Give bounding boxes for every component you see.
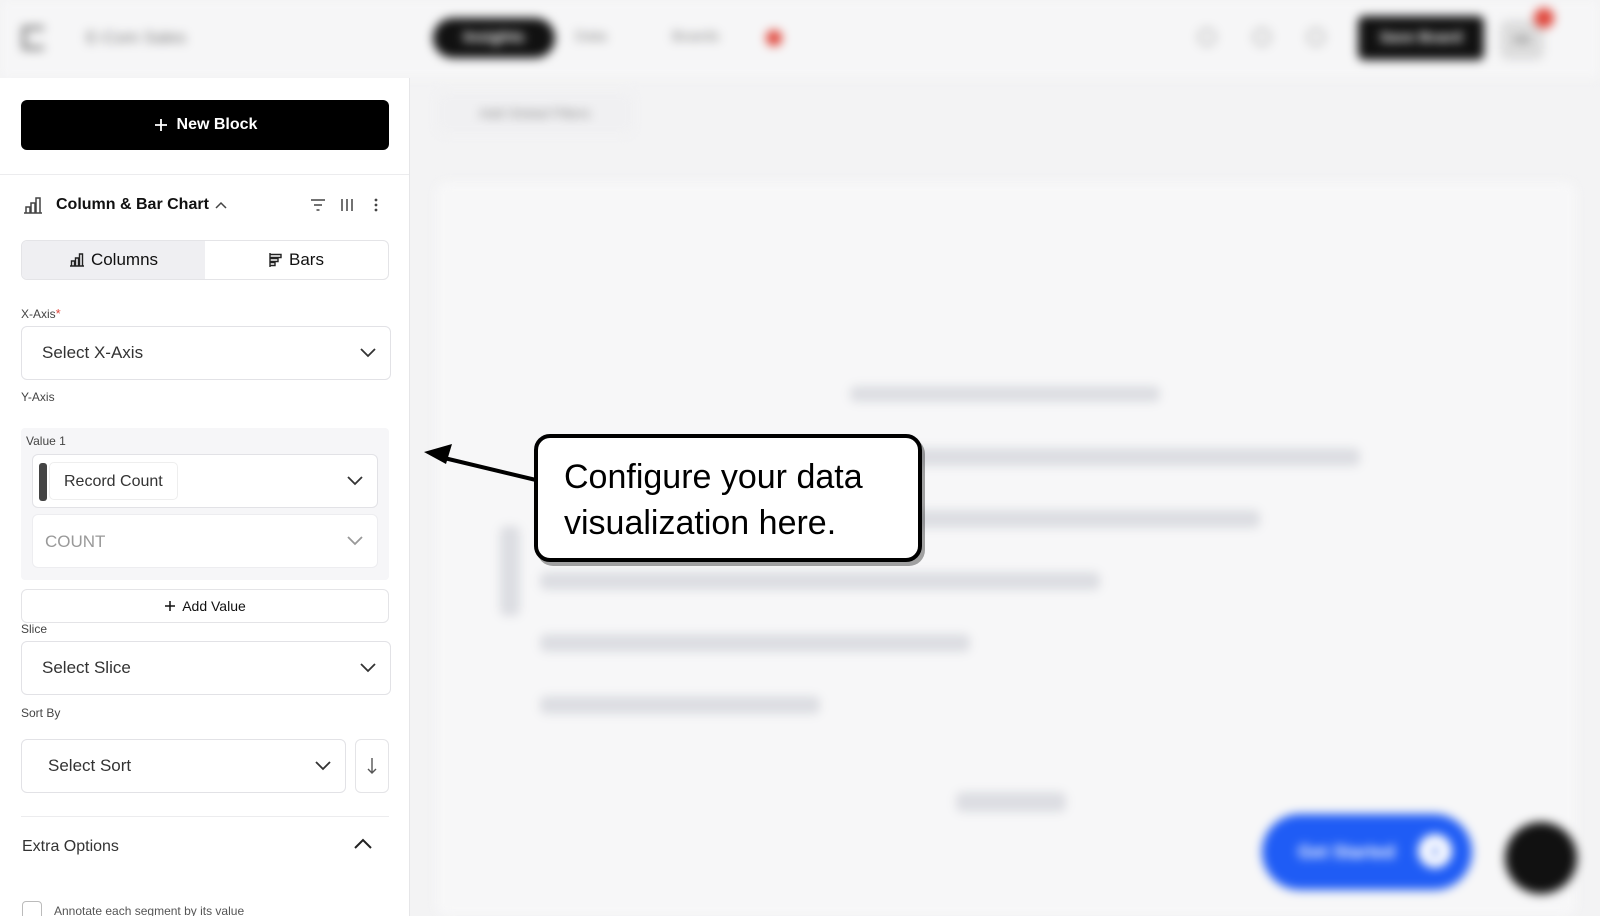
tutorial-callout: Configure your data visualization here. bbox=[534, 434, 922, 562]
callout-text-line1: Configure your data bbox=[564, 458, 863, 496]
callout-text-line2: visualization here. bbox=[564, 504, 837, 542]
